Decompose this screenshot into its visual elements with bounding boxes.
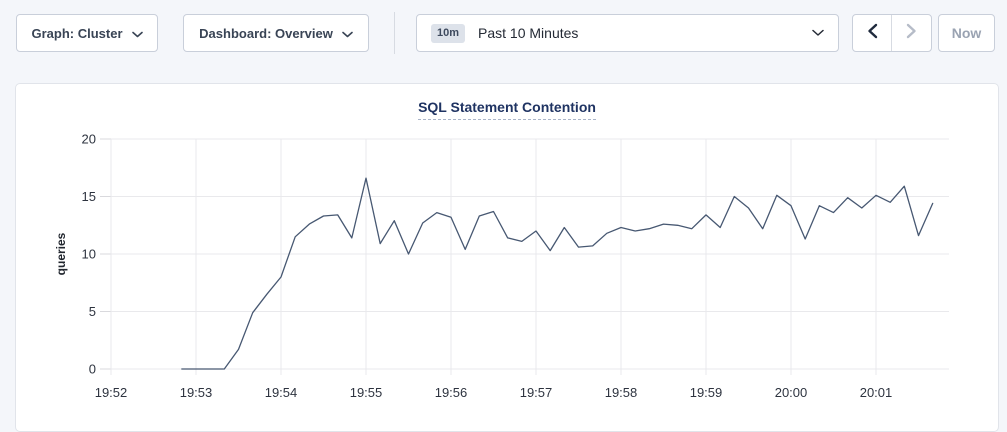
chart-panel: SQL Statement Contention 0510152019:5219… xyxy=(15,83,999,432)
toolbar: Graph: Cluster Dashboard: Overview 10m P… xyxy=(0,0,1007,68)
time-back-button[interactable] xyxy=(853,15,892,51)
x-tick-label: 19:53 xyxy=(180,385,213,400)
x-tick-label: 19:54 xyxy=(265,385,298,400)
x-tick-label: 20:00 xyxy=(775,385,808,400)
y-tick-label: 5 xyxy=(89,304,96,319)
y-tick-label: 0 xyxy=(89,362,96,377)
x-tick-label: 19:59 xyxy=(690,385,723,400)
sql-contention-chart: 0 5 10 15 20 19:52 19:53 19:54 19:55 19:56 19:57 19… xyxy=(16,84,998,431)
chevron-left-icon xyxy=(867,23,878,44)
dashboard-dropdown[interactable]: Dashboard: Overview xyxy=(183,14,369,52)
graph-dropdown-label: Graph: Cluster xyxy=(31,26,122,41)
x-tick-label: 19:57 xyxy=(520,385,553,400)
time-nav-button-group xyxy=(852,14,932,52)
graph-dropdown[interactable]: Graph: Cluster xyxy=(16,14,158,52)
toolbar-divider xyxy=(394,12,395,54)
y-axis-title: queries xyxy=(54,232,68,275)
time-range-label: Past 10 Minutes xyxy=(478,25,812,41)
x-tick-label: 19:58 xyxy=(605,385,638,400)
chevron-down-icon xyxy=(132,26,143,41)
now-button-label: Now xyxy=(952,25,982,41)
y-tick-label: 20 xyxy=(82,132,96,147)
time-range-badge: 10m xyxy=(431,24,465,43)
time-forward-button[interactable] xyxy=(892,15,931,51)
time-range-dropdown[interactable]: 10m Past 10 Minutes xyxy=(416,14,839,52)
x-tick-label: 19:52 xyxy=(95,385,128,400)
chevron-down-icon xyxy=(342,26,353,41)
queries-line-series xyxy=(182,178,933,369)
y-tick-label: 15 xyxy=(82,189,96,204)
chevron-down-icon xyxy=(812,24,824,42)
dashboard-dropdown-label: Dashboard: Overview xyxy=(199,26,333,41)
chevron-right-icon xyxy=(906,23,917,44)
x-tick-label: 19:56 xyxy=(435,385,468,400)
x-tick-label: 19:55 xyxy=(350,385,383,400)
x-tick-label: 20:01 xyxy=(860,385,893,400)
y-tick-label: 10 xyxy=(82,247,96,262)
now-button[interactable]: Now xyxy=(938,14,995,52)
